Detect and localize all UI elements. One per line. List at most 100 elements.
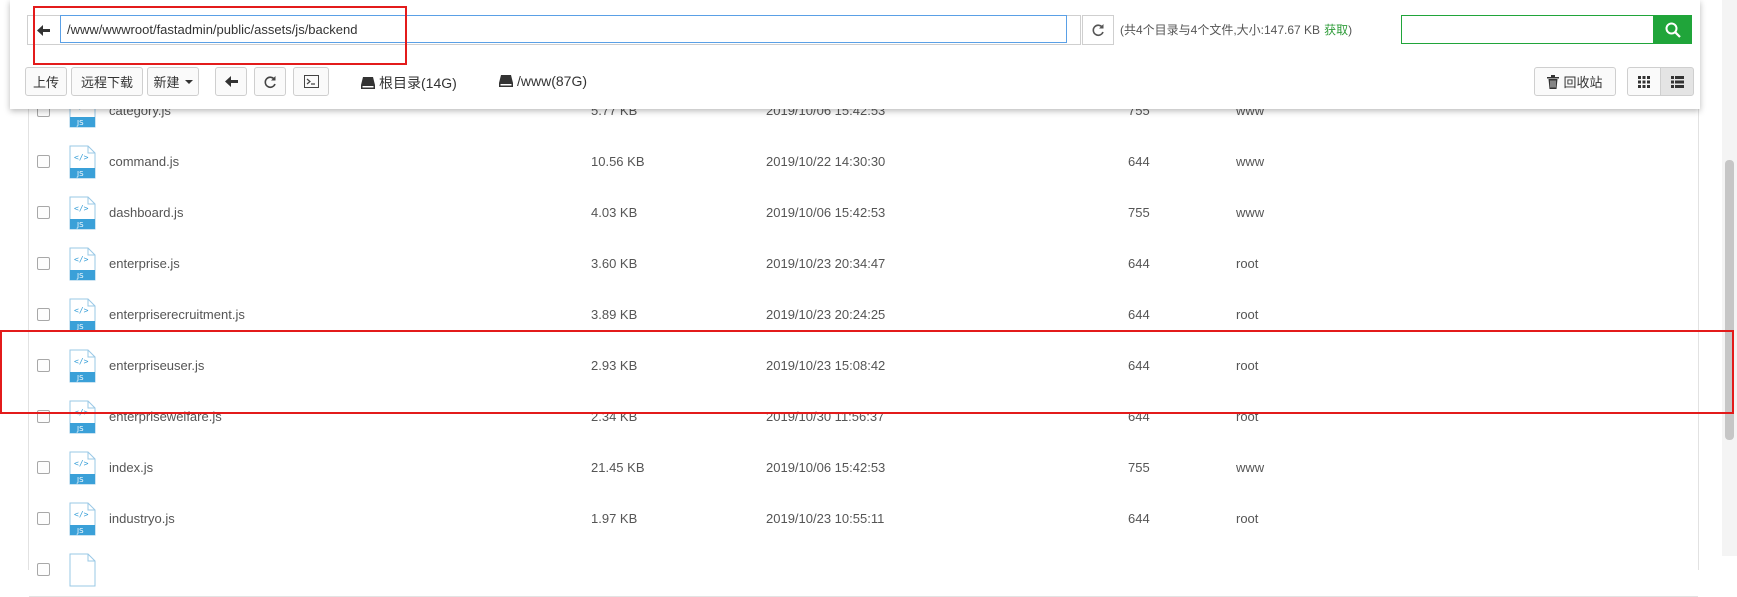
file-mtime: 2019/10/30 11:56:37 [766, 409, 885, 424]
disk-root-label: 根目录(14G) [379, 75, 457, 91]
table-row[interactable]: </> JS index.js 21.45 KB 2019/10/06 15:42… [29, 443, 1698, 495]
file-owner: root [1236, 511, 1259, 526]
row-checkbox[interactable] [37, 359, 50, 372]
svg-text:JS: JS [76, 527, 84, 535]
hdd-icon [499, 75, 513, 87]
svg-text:</>: </> [74, 153, 89, 162]
file-permission[interactable]: 755 [1128, 205, 1150, 220]
table-row[interactable]: </> JS dashboard.js 4.03 KB 2019/10/06 15… [29, 188, 1698, 240]
file-permission[interactable]: 644 [1128, 154, 1150, 169]
row-checkbox[interactable] [37, 512, 50, 525]
terminal-button[interactable] [293, 67, 329, 96]
file-size: 2.34 KB [591, 409, 638, 424]
refresh-button[interactable] [254, 67, 286, 96]
file-mtime: 2019/10/23 15:08:42 [766, 358, 886, 373]
file-name[interactable]: enterpriseuser.js [109, 358, 204, 373]
path-input[interactable] [60, 15, 1067, 43]
file-name[interactable]: index.js [109, 460, 153, 475]
file-mtime: 2019/10/23 10:55:11 [766, 511, 885, 526]
file-owner: root [1236, 409, 1259, 424]
svg-text:JS: JS [76, 119, 84, 127]
row-checkbox[interactable] [37, 410, 50, 423]
file-size: 2.93 KB [591, 358, 638, 373]
file-mtime: 2019/10/06 15:42:53 [766, 205, 886, 220]
path-refresh-button[interactable] [1082, 15, 1114, 45]
svg-text:JS: JS [76, 221, 84, 229]
remote-download-button[interactable]: 远程下载 [71, 67, 143, 96]
file-owner: root [1236, 307, 1259, 322]
disk-root[interactable]: 根目录(14G) [361, 73, 457, 93]
row-checkbox[interactable] [37, 257, 50, 270]
row-checkbox[interactable] [37, 461, 50, 474]
arrow-left-icon [224, 76, 238, 87]
recycle-bin-label: 回收站 [1563, 75, 1603, 90]
file-name[interactable]: enterpriserecruitment.js [109, 307, 245, 322]
row-checkbox[interactable] [37, 155, 50, 168]
grid-view-icon [1638, 75, 1650, 88]
file-owner: www [1236, 154, 1265, 169]
js-file-icon: </> JS [69, 145, 96, 179]
search-button[interactable] [1654, 15, 1692, 44]
vertical-scrollbar[interactable] [1722, 0, 1737, 556]
svg-text:</>: </> [74, 357, 89, 366]
file-permission[interactable]: 644 [1128, 511, 1150, 526]
summary-text: (共4个目录与4个文件,大小:147.67 KB [1120, 23, 1321, 37]
table-row[interactable] [29, 545, 1698, 597]
file-mtime: 2019/10/23 20:24:25 [766, 307, 886, 322]
upload-button[interactable]: 上传 [25, 67, 67, 96]
table-row[interactable]: </> JS enterpriserecruitment.js 3.89 KB 2… [29, 290, 1698, 342]
list-view-icon [1670, 75, 1684, 88]
recycle-bin-button[interactable]: 回收站 [1534, 67, 1616, 96]
file-permission[interactable]: 644 [1128, 358, 1150, 373]
grid-view-button[interactable] [1627, 67, 1661, 96]
file-size: 3.60 KB [591, 256, 638, 271]
file-permission[interactable]: 644 [1128, 256, 1150, 271]
table-row[interactable]: </> JS enterpriseuser.js 2.93 KB 2019/10/… [29, 341, 1698, 393]
js-file-icon: </> JS [69, 196, 96, 230]
summary-get-size-link[interactable]: 获取 [1324, 23, 1348, 37]
file-manager-toolbar: (共4个目录与4个文件,大小:147.67 KB获取) 上传 远程下载 新建 根… [10, 0, 1700, 109]
file-name[interactable]: command.js [109, 154, 179, 169]
summary-close-paren: ) [1348, 23, 1353, 37]
disk-www-label: /www(87G) [517, 73, 588, 89]
file-permission[interactable]: 644 [1128, 307, 1150, 322]
list-view-button[interactable] [1660, 67, 1694, 96]
row-checkbox[interactable] [37, 206, 50, 219]
svg-text:JS: JS [76, 323, 84, 331]
file-owner: www [1236, 460, 1265, 475]
new-dropdown-button[interactable]: 新建 [147, 67, 199, 96]
svg-text:JS: JS [76, 374, 84, 382]
scrollbar-thumb[interactable] [1725, 160, 1734, 440]
file-owner: root [1236, 358, 1259, 373]
table-row[interactable]: </> JS enterprisewelfare.js 2.34 KB 2019/… [29, 392, 1698, 444]
file-name[interactable]: dashboard.js [109, 205, 183, 220]
back-button[interactable] [215, 67, 247, 96]
svg-text:JS: JS [76, 425, 84, 433]
js-file-icon: </> JS [69, 349, 96, 383]
file-mtime: 2019/10/06 15:42:53 [766, 460, 886, 475]
search-icon [1665, 22, 1681, 38]
refresh-icon [264, 75, 276, 88]
file-name[interactable]: enterprisewelfare.js [109, 409, 222, 424]
svg-text:</>: </> [74, 306, 89, 315]
table-row[interactable]: </> JS industryo.js 1.97 KB 2019/10/23 10… [29, 494, 1698, 546]
file-mtime: 2019/10/23 20:34:47 [766, 256, 886, 271]
disk-www[interactable]: /www(87G) [499, 73, 587, 89]
file-name[interactable]: enterprise.js [109, 256, 180, 271]
terminal-icon [303, 75, 319, 88]
file-size: 10.56 KB [591, 154, 645, 169]
search-input[interactable] [1401, 15, 1654, 44]
file-owner: root [1236, 256, 1259, 271]
js-file-icon: </> JS [69, 400, 96, 434]
row-checkbox[interactable] [37, 308, 50, 321]
table-row[interactable]: </> JS command.js 10.56 KB 2019/10/22 14:… [29, 137, 1698, 189]
file-permission[interactable]: 755 [1128, 460, 1150, 475]
row-checkbox[interactable] [37, 563, 50, 576]
svg-text:</>: </> [74, 459, 89, 468]
file-permission[interactable]: 644 [1128, 409, 1150, 424]
file-name[interactable]: industryo.js [109, 511, 175, 526]
js-file-icon [69, 553, 96, 587]
path-bar [27, 15, 1081, 45]
path-back-button[interactable] [28, 16, 58, 44]
table-row[interactable]: </> JS enterprise.js 3.60 KB 2019/10/23 2… [29, 239, 1698, 291]
